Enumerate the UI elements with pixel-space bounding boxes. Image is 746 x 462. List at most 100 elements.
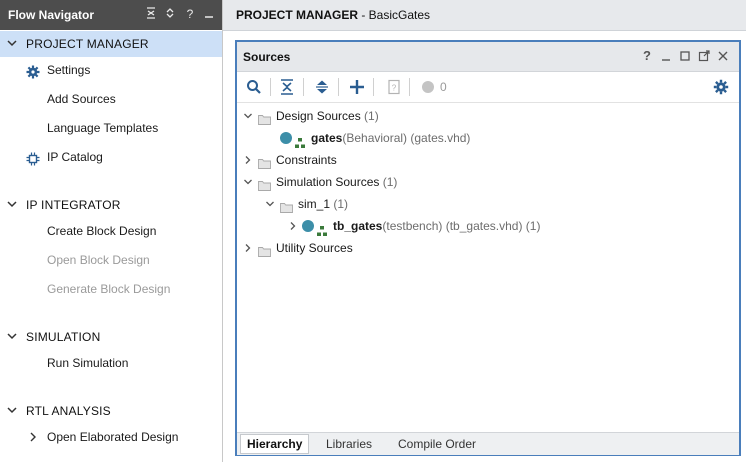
section-label: PROJECT MANAGER: [26, 37, 149, 51]
sources-panel: Sources ? ? 0 Design Sources (1) gates(B…: [235, 40, 741, 456]
tab-hierarchy[interactable]: Hierarchy: [240, 434, 310, 454]
tree-label: Utility Sources: [276, 237, 353, 259]
project-manager-label: PROJECT MANAGER: [236, 8, 359, 22]
tree-row-tb-gates[interactable]: tb_gates(testbench) (tb_gates.vhd) (1): [237, 215, 739, 237]
tree-row-simulation-sources[interactable]: Simulation Sources (1): [237, 171, 739, 193]
sources-view-tabs: Hierarchy Libraries Compile Order: [237, 432, 739, 455]
nav-item-generate-block-design[interactable]: Generate Block Design: [0, 277, 222, 301]
tree-row-sim-1[interactable]: sim_1 (1): [237, 193, 739, 215]
maximize-icon[interactable]: [678, 48, 692, 64]
tree-label: Constraints: [276, 149, 337, 171]
tree-label: sim_1 (1): [298, 193, 348, 215]
tree-label-text: Utility Sources: [276, 241, 353, 255]
nav-item-add-sources[interactable]: Add Sources: [0, 87, 222, 111]
section-project-manager[interactable]: PROJECT MANAGER: [0, 31, 222, 57]
section-label: IP INTEGRATOR: [26, 198, 121, 212]
nav-item-create-block-design[interactable]: Create Block Design: [0, 219, 222, 243]
nav-item-label: Open Block Design: [47, 253, 150, 267]
nav-item-label: Add Sources: [47, 92, 116, 106]
project-manager-header: PROJECT MANAGER - BasicGates: [223, 0, 746, 31]
tree-label-text: Design Sources: [276, 109, 361, 123]
tab-libraries[interactable]: Libraries: [320, 435, 378, 453]
status-indicator[interactable]: 0: [420, 78, 460, 96]
gear-icon[interactable]: [713, 78, 731, 96]
sources-panel-header: Sources ?: [237, 42, 739, 72]
flow-navigator: Flow Navigator ? PROJECT MANAGER Setting…: [0, 0, 223, 462]
nav-item-open-elaborated-design[interactable]: Open Elaborated Design: [0, 425, 222, 449]
nav-item-open-block-design[interactable]: Open Block Design: [0, 248, 222, 272]
collapse-all-icon[interactable]: [145, 7, 157, 22]
expand-all-icon[interactable]: [164, 7, 176, 22]
collapse-all-icon[interactable]: [278, 78, 296, 96]
module-name: tb_gates: [333, 219, 383, 233]
tab-compile-order[interactable]: Compile Order: [392, 435, 482, 453]
chevron-right-icon[interactable]: [243, 237, 253, 267]
ip-chip-icon: [26, 150, 40, 166]
folder-icon: [258, 242, 271, 257]
minimize-icon[interactable]: [203, 7, 215, 22]
section-ip-integrator[interactable]: IP INTEGRATOR: [0, 192, 222, 218]
nav-item-label: Generate Block Design: [47, 282, 171, 296]
status-count: 0: [440, 80, 447, 94]
section-rtl-analysis[interactable]: RTL ANALYSIS: [0, 398, 222, 424]
hierarchy-icon: [295, 133, 305, 148]
folder-icon: [280, 198, 293, 213]
nav-item-language-templates[interactable]: Language Templates: [0, 116, 222, 140]
section-simulation[interactable]: SIMULATION: [0, 324, 222, 350]
module-meta: (testbench) (tb_gates.vhd) (1): [382, 219, 541, 233]
nav-item-label: IP Catalog: [47, 150, 103, 164]
properties-icon[interactable]: ?: [385, 78, 403, 96]
toolbar-separator: [409, 78, 410, 96]
source-file-icon: [302, 220, 314, 232]
nav-item-label: Run Simulation: [47, 356, 129, 370]
nav-item-run-simulation[interactable]: Run Simulation: [0, 351, 222, 375]
project-manager-title: PROJECT MANAGER - BasicGates: [236, 8, 430, 22]
section-label: SIMULATION: [26, 330, 101, 344]
tree-row-utility-sources[interactable]: Utility Sources: [237, 237, 739, 259]
gear-icon: [26, 63, 40, 79]
nav-item-settings[interactable]: Settings: [0, 58, 222, 82]
hierarchy-icon: [317, 221, 327, 236]
folder-icon: [258, 154, 271, 169]
tree-label-text: sim_1: [298, 197, 331, 211]
toolbar-separator: [303, 78, 304, 96]
add-icon[interactable]: [348, 78, 366, 96]
help-icon[interactable]: ?: [640, 48, 654, 64]
toolbar-separator: [373, 78, 374, 96]
close-icon[interactable]: [716, 48, 730, 64]
nav-item-ip-catalog[interactable]: IP Catalog: [0, 145, 222, 169]
tree-label-text: Constraints: [276, 153, 337, 167]
tree-label: gates(Behavioral) (gates.vhd): [311, 127, 470, 149]
tree-row-gates[interactable]: gates(Behavioral) (gates.vhd): [237, 127, 739, 149]
tree-count: (1): [379, 175, 398, 189]
expand-all-icon[interactable]: [313, 78, 331, 96]
sources-toolbar: ? 0: [237, 72, 739, 103]
search-icon[interactable]: [245, 78, 263, 96]
toolbar-separator: [270, 78, 271, 96]
tree-row-design-sources[interactable]: Design Sources (1): [237, 105, 739, 127]
status-dot-icon: [422, 81, 434, 93]
help-icon[interactable]: ?: [184, 7, 196, 21]
minimize-icon[interactable]: [659, 48, 673, 64]
nav-item-label: Create Block Design: [47, 224, 157, 238]
tree-label: tb_gates(testbench) (tb_gates.vhd) (1): [333, 215, 540, 237]
tree-count: (1): [360, 109, 379, 123]
tree-count: (1): [330, 197, 349, 211]
chevron-right-icon[interactable]: [29, 425, 37, 457]
module-meta: (Behavioral) (gates.vhd): [342, 131, 471, 145]
nav-item-label: Language Templates: [47, 121, 159, 135]
section-label: RTL ANALYSIS: [26, 404, 111, 418]
nav-item-label: Open Elaborated Design: [47, 430, 179, 444]
flow-navigator-title: Flow Navigator: [8, 8, 95, 22]
nav-item-label: Settings: [47, 63, 91, 77]
project-name: - BasicGates: [358, 8, 431, 22]
toolbar-separator: [338, 78, 339, 96]
source-file-icon: [280, 132, 292, 144]
folder-icon: [258, 176, 271, 191]
tree-label: Design Sources (1): [276, 105, 379, 127]
folder-icon: [258, 110, 271, 125]
tree-label: Simulation Sources (1): [276, 171, 397, 193]
tree-row-constraints[interactable]: Constraints: [237, 149, 739, 171]
float-icon[interactable]: [697, 48, 711, 64]
svg-text:?: ?: [392, 84, 397, 93]
